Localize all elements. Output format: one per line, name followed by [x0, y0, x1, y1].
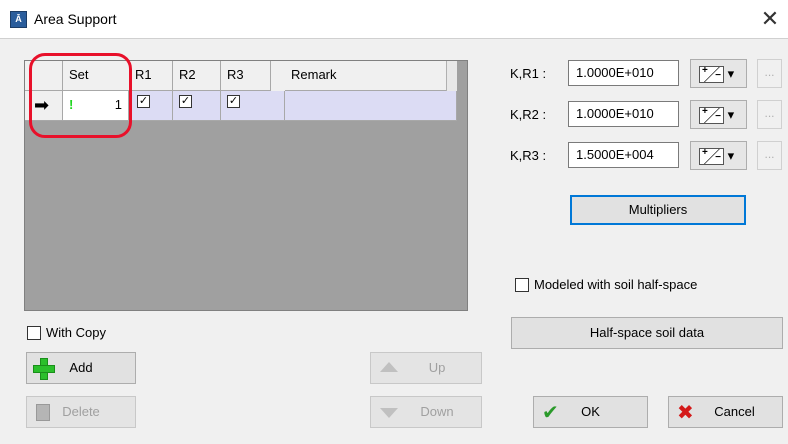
close-button[interactable]: ✕	[752, 0, 788, 38]
highlight-annotation	[29, 53, 132, 138]
cell-remark[interactable]	[285, 91, 457, 121]
col-r1[interactable]: R1	[129, 61, 173, 91]
up-label: Up	[428, 360, 446, 375]
grid-scrollbar[interactable]	[446, 61, 457, 91]
r3-checkbox[interactable]: ✓	[227, 95, 240, 108]
arrow-down-icon	[380, 408, 398, 418]
kr1-input[interactable]: 1.0000E+010	[568, 60, 679, 86]
col-remark[interactable]: Remark	[285, 61, 457, 91]
cancel-button[interactable]: ✖ Cancel	[668, 396, 783, 428]
title-bar: Ā Area Support ✕	[0, 0, 788, 39]
col-r3[interactable]: R3	[221, 61, 271, 91]
cancel-x-icon: ✖	[677, 402, 694, 424]
kr3-more-button[interactable]: ...	[757, 141, 782, 170]
halfspace-soil-button[interactable]: Half-space soil data	[511, 317, 783, 349]
kr1-more-button[interactable]: ...	[757, 59, 782, 88]
cell-r3[interactable]: ✓	[221, 91, 285, 121]
delete-label: Delete	[62, 404, 100, 419]
add-button[interactable]: Add	[26, 352, 136, 384]
trash-icon	[36, 404, 50, 421]
kr1-sign-button[interactable]: + − ▾	[690, 59, 747, 88]
plus-minus-icon: + −	[699, 107, 724, 125]
arrow-up-icon	[380, 362, 398, 372]
check-icon: ✔	[542, 402, 559, 424]
multipliers-button[interactable]: Multipliers	[570, 195, 746, 225]
down-button[interactable]: Down	[370, 396, 482, 428]
with-copy-checkbox[interactable]	[27, 326, 41, 340]
plus-minus-icon: + −	[699, 66, 724, 84]
add-label: Add	[69, 360, 93, 375]
kr3-input[interactable]: 1.5000E+004	[568, 142, 679, 168]
window-title: Area Support	[34, 11, 117, 27]
ok-label: OK	[581, 404, 600, 419]
plus-minus-icon: + −	[699, 148, 724, 166]
modeled-soil-label: Modeled with soil half-space	[534, 277, 698, 292]
kr2-sign-button[interactable]: + − ▾	[690, 100, 747, 129]
app-icon: Ā	[10, 11, 27, 28]
col-r2[interactable]: R2	[173, 61, 221, 91]
kr3-sign-button[interactable]: + − ▾	[690, 141, 747, 170]
r2-checkbox[interactable]: ✓	[179, 95, 192, 108]
with-copy-label: With Copy	[46, 325, 106, 340]
kr2-label: K,R2 :	[510, 107, 547, 122]
kr2-input[interactable]: 1.0000E+010	[568, 101, 679, 127]
kr1-label: K,R1 :	[510, 66, 547, 81]
ok-button[interactable]: ✔ OK	[533, 396, 648, 428]
up-button[interactable]: Up	[370, 352, 482, 384]
kr3-label: K,R3 :	[510, 148, 547, 163]
cancel-label: Cancel	[714, 404, 755, 419]
cell-r1[interactable]: ✓	[129, 91, 173, 121]
plus-icon	[33, 358, 55, 380]
kr2-more-button[interactable]: ...	[757, 100, 782, 129]
cell-r2[interactable]: ✓	[173, 91, 221, 121]
modeled-soil-checkbox[interactable]	[515, 278, 529, 292]
down-label: Down	[420, 404, 454, 419]
delete-button[interactable]: Delete	[26, 396, 136, 428]
r1-checkbox[interactable]: ✓	[137, 95, 150, 108]
